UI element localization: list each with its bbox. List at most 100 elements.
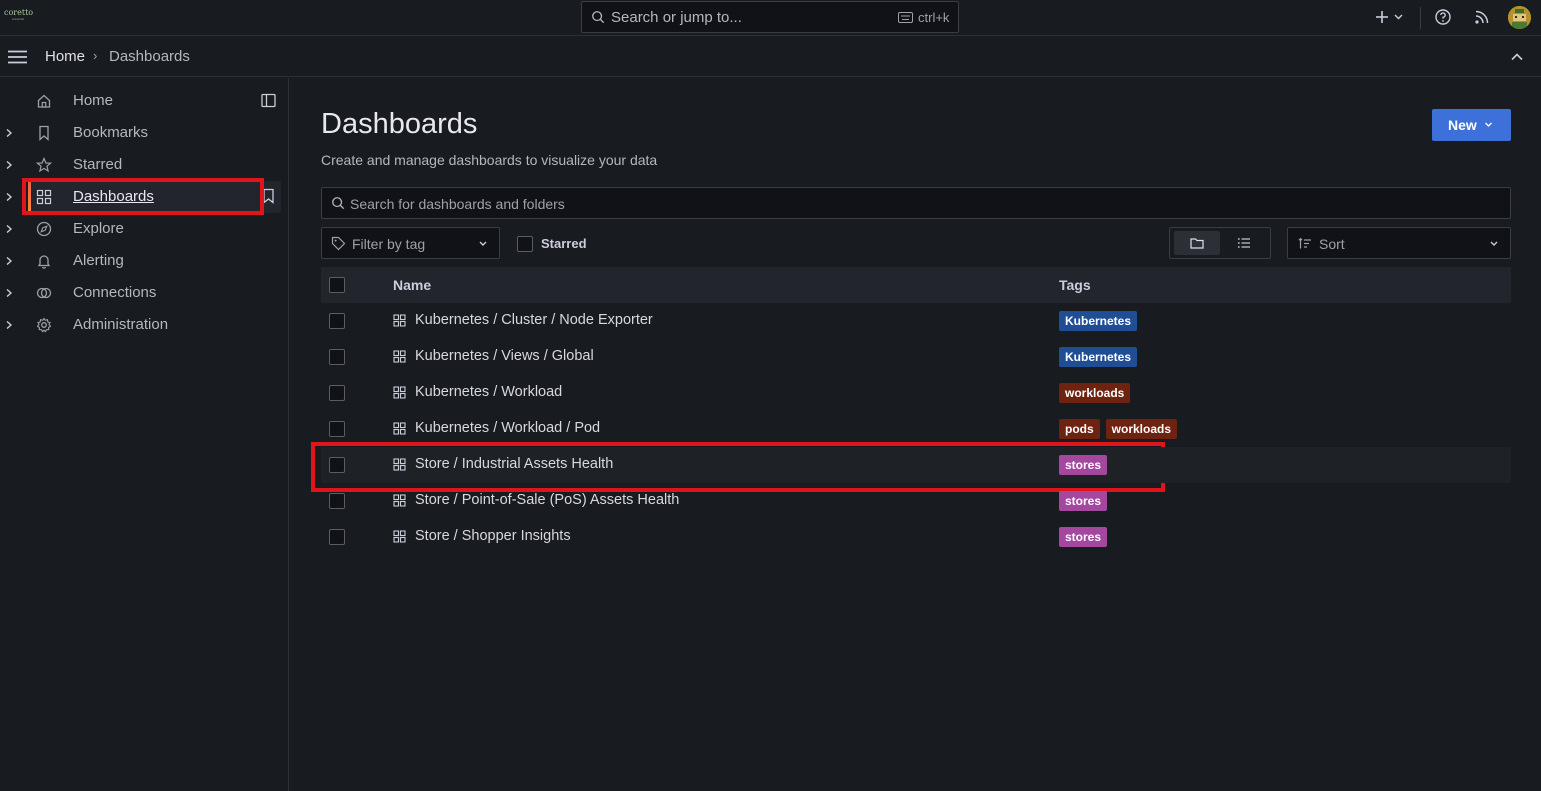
table-row[interactable]: Kubernetes / Cluster / Node Exporter Kube… [321,303,1511,339]
sidebar-item-starred[interactable]: Starred [0,149,289,181]
sort-select[interactable]: Sort [1287,227,1511,259]
sidebar-item-label: Home [73,92,114,109]
dashboard-search-input[interactable]: Search for dashboards and folders [321,187,1511,219]
dashboard-name-link[interactable]: Kubernetes / Views / Global [415,348,594,364]
dashboard-name-link[interactable]: Store / Shopper Insights [415,528,571,544]
chevron-right-icon[interactable] [4,222,14,236]
apps-icon [393,314,406,327]
tag-badge[interactable]: Kubernetes [1059,347,1138,367]
add-new-icon[interactable] [1374,8,1406,26]
chevron-down-icon [1485,122,1492,127]
tag-badge[interactable]: workloads [1059,383,1131,403]
tag-badge[interactable]: stores [1059,527,1108,547]
tag-badge[interactable]: pods [1059,419,1100,439]
sidebar-item-administration[interactable]: Administration [0,309,289,341]
tag-badge[interactable]: workloads [1105,419,1178,439]
table-row[interactable]: Store / Point-of-Sale (PoS) Assets Healt… [321,483,1511,519]
search-icon [332,197,345,210]
sidebar-item-label: Alerting [73,252,124,269]
row-checkbox[interactable] [329,457,345,473]
global-search-input[interactable]: Search or jump to... ctrl+k [581,1,959,33]
cog-icon [36,317,52,333]
row-checkbox[interactable] [329,349,345,365]
apps-icon [393,386,406,399]
chevron-up-icon[interactable] [1510,50,1524,64]
table-row[interactable]: Store / Industrial Assets Health stores [321,447,1511,483]
chevron-right-icon[interactable] [4,286,14,300]
sidebar: Home Bookmarks Starred Dashboards Explor… [0,78,289,791]
row-checkbox[interactable] [329,313,345,329]
column-header-name: Name [393,277,432,293]
sidebar-item-home[interactable]: Home [0,85,289,117]
sidebar-item-explore[interactable]: Explore [0,213,289,245]
tag-list: Kubernetes [1059,347,1138,367]
rss-news-icon[interactable] [1473,8,1491,26]
sidebar-item-dashboards[interactable]: Dashboards [0,181,289,213]
user-avatar[interactable] [1508,6,1531,29]
tag-list: stores [1059,491,1108,511]
dashboard-name-link[interactable]: Kubernetes / Workload [415,384,562,400]
dashboard-name-link[interactable]: Store / Point-of-Sale (PoS) Assets Healt… [415,492,679,508]
menu-icon[interactable] [8,50,27,64]
apps-icon [393,494,406,507]
breadcrumb-separator: › [93,48,98,63]
chevron-right-icon[interactable] [4,158,14,172]
topbar-divider [1420,7,1421,29]
compass-icon [36,221,52,237]
column-header-tags: Tags [1059,277,1091,293]
breadcrumb-home[interactable]: Home [45,48,85,65]
chevron-right-icon[interactable] [4,254,14,268]
tag-badge[interactable]: stores [1059,491,1108,511]
table-row[interactable]: Kubernetes / Views / Global Kubernetes [321,339,1511,375]
table-row[interactable]: Kubernetes / Workload / Pod pods workloads [321,411,1511,447]
sidebar-item-alerting[interactable]: Alerting [0,245,289,277]
page-title: Dashboards [321,108,478,140]
breadcrumb-bar: Home › Dashboards [0,37,1541,77]
dashboard-name-link[interactable]: Kubernetes / Workload / Pod [415,420,600,436]
help-icon[interactable] [1434,8,1452,26]
select-all-checkbox[interactable] [329,277,345,293]
bookmark-toggle-icon[interactable] [262,188,275,204]
starred-label[interactable]: Starred [541,236,587,251]
folder-icon [1190,238,1204,249]
star-icon [36,157,52,173]
tag-badge[interactable]: stores [1059,455,1108,475]
search-icon [592,11,605,24]
chevron-right-icon[interactable] [4,190,14,204]
tag-list: stores [1059,455,1108,475]
view-toggle [1169,227,1271,259]
tag-icon [331,236,346,251]
logo-text: coretto [4,8,34,17]
sidebar-item-bookmarks[interactable]: Bookmarks [0,117,289,149]
starred-checkbox[interactable] [517,236,533,252]
sidebar-item-connections[interactable]: Connections [0,277,289,309]
dashboard-search-placeholder: Search for dashboards and folders [350,196,565,212]
list-view-icon[interactable] [1237,236,1251,250]
new-button-label: New [1448,117,1477,133]
tag-filter-select[interactable]: Filter by tag [321,227,500,259]
sidebar-item-label: Explore [73,220,124,237]
row-checkbox[interactable] [329,421,345,437]
top-bar: coretto industrial Search or jump to... … [0,0,1541,36]
tag-badge[interactable]: Kubernetes [1059,311,1138,331]
new-button[interactable]: New [1432,109,1511,141]
chevron-right-icon[interactable] [4,126,14,140]
bookmark-icon [39,125,49,141]
chevron-right-icon[interactable] [4,318,14,332]
home-icon [37,94,51,108]
sidebar-item-label: Dashboards [73,188,154,205]
table-row[interactable]: Kubernetes / Workload workloads [321,375,1511,411]
tag-list: Kubernetes [1059,311,1138,331]
app-logo[interactable]: coretto industrial [4,8,34,25]
chevron-down-icon [479,241,487,246]
table-row[interactable]: Store / Shopper Insights stores [321,519,1511,555]
avatar-image [1508,6,1531,29]
apps-icon [393,350,406,363]
dashboard-name-link[interactable]: Kubernetes / Cluster / Node Exporter [415,312,653,328]
connections-icon [36,287,52,299]
dashboard-name-link[interactable]: Store / Industrial Assets Health [415,456,613,472]
row-checkbox[interactable] [329,385,345,401]
row-checkbox[interactable] [329,529,345,545]
row-checkbox[interactable] [329,493,345,509]
folder-view-button[interactable] [1174,231,1220,255]
